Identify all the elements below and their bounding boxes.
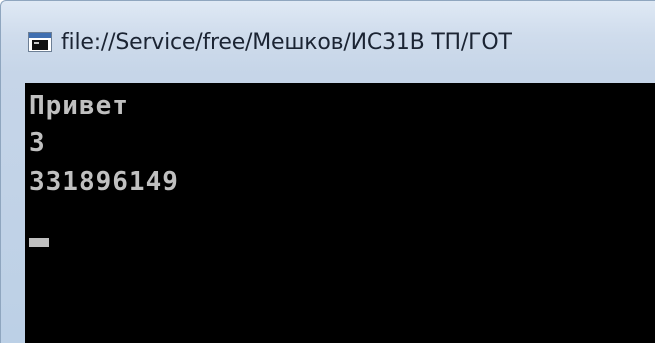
title-bar[interactable]: file://Service/free/Мешков/ИС31В ТП/ГОТ: [1, 1, 655, 83]
console-line: Привет: [29, 91, 129, 121]
console-line: 331896149: [29, 167, 179, 197]
text-cursor: [29, 238, 49, 247]
window-title: file://Service/free/Мешков/ИС31В ТП/ГОТ: [61, 30, 512, 55]
console-window-icon[interactable]: [28, 32, 52, 52]
console-output[interactable]: Привет 3 331896149: [25, 83, 655, 343]
console-window: file://Service/free/Мешков/ИС31В ТП/ГОТ …: [0, 0, 655, 343]
icon-title-strip: [29, 33, 51, 38]
console-line: 3: [29, 128, 46, 158]
icon-prompt: [34, 42, 39, 44]
